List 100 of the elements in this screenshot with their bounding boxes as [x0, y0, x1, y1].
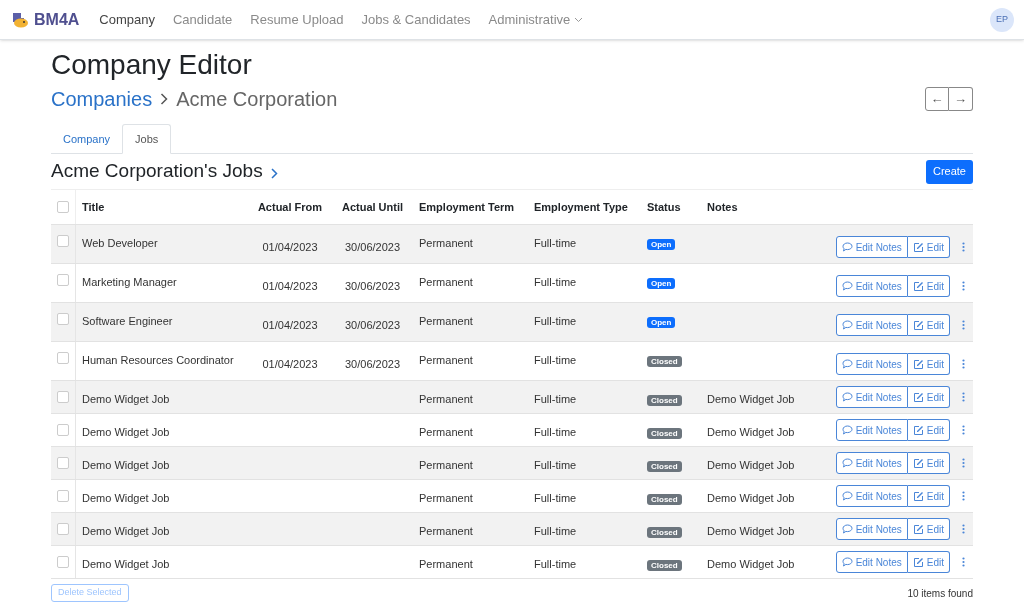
brand-name[interactable]: BM4A	[34, 7, 80, 32]
nav-link[interactable]: Company	[99, 9, 155, 30]
checkbox[interactable]	[57, 490, 69, 502]
column-header: Actual From	[257, 200, 323, 213]
table-cell: Demo Widget Job	[707, 459, 795, 471]
table-cell: 01/04/2023	[262, 319, 318, 331]
checkbox[interactable]	[57, 352, 69, 364]
checkbox[interactable]	[57, 556, 69, 568]
more-icon[interactable]	[962, 458, 965, 468]
table-cell: Permanent	[419, 459, 473, 471]
table-cell: Demo Widget Job	[82, 558, 170, 570]
table-cell: Permanent	[419, 276, 473, 288]
table-cell: Demo Widget Job	[707, 525, 795, 537]
edit-button[interactable]: Edit	[907, 419, 950, 441]
status-badge: Closed	[647, 527, 682, 538]
status-badge: Closed	[647, 494, 682, 505]
table-cell: Demo Widget Job	[707, 558, 795, 570]
more-icon[interactable]	[962, 359, 965, 369]
speech-bubble-icon	[841, 524, 853, 534]
nav-link[interactable]: Candidate	[173, 9, 233, 30]
table-cell: Full-time	[534, 354, 577, 366]
nav-link[interactable]: Administrative	[488, 9, 584, 30]
table-cell: Demo Widget Job	[82, 426, 170, 438]
edit-icon	[912, 490, 924, 502]
edit-notes-button[interactable]: Edit Notes	[835, 386, 908, 408]
more-icon[interactable]	[962, 524, 965, 534]
edit-notes-button[interactable]: Edit Notes	[835, 518, 908, 540]
edit-notes-button[interactable]: Edit Notes	[835, 485, 908, 507]
table-cell: Full-time	[534, 315, 577, 327]
edit-icon	[912, 319, 924, 331]
tab[interactable]: Company	[51, 124, 123, 154]
checkbox[interactable]	[57, 424, 69, 436]
checkbox[interactable]	[57, 313, 69, 325]
more-icon[interactable]	[962, 491, 965, 501]
more-icon[interactable]	[962, 425, 965, 435]
page-title: Company Editor	[51, 48, 253, 82]
items-found-text: 10 items found	[907, 586, 973, 601]
status-badge: Open	[647, 239, 676, 250]
edit-notes-button[interactable]: Edit Notes	[835, 275, 908, 297]
table-cell: Permanent	[419, 237, 473, 249]
edit-button[interactable]: Edit	[907, 353, 950, 375]
table-cell: Marketing Manager	[82, 276, 177, 288]
checkbox[interactable]	[57, 523, 69, 535]
edit-notes-button[interactable]: Edit Notes	[835, 353, 908, 375]
edit-notes-button[interactable]: Edit Notes	[835, 452, 908, 474]
table-cell: 01/04/2023	[262, 241, 318, 253]
table-cell: Demo Widget Job	[82, 525, 170, 537]
edit-button[interactable]: Edit	[907, 551, 950, 573]
nav-link[interactable]: Jobs & Candidates	[361, 9, 471, 30]
table-cell: Web Developer	[82, 237, 158, 249]
edit-icon	[912, 241, 924, 253]
speech-bubble-icon	[841, 458, 853, 468]
edit-button[interactable]: Edit	[907, 485, 950, 507]
column-header: Status	[647, 200, 681, 213]
more-icon[interactable]	[962, 242, 965, 252]
checkbox[interactable]	[57, 235, 69, 247]
previous-button[interactable]: ←	[925, 87, 949, 111]
user-avatar[interactable]: EP	[990, 7, 1014, 32]
edit-icon	[912, 358, 924, 370]
edit-notes-button[interactable]: Edit Notes	[835, 314, 908, 336]
edit-icon	[912, 280, 924, 292]
edit-icon	[912, 556, 924, 568]
edit-notes-button[interactable]: Edit Notes	[835, 551, 908, 573]
edit-button[interactable]: Edit	[907, 518, 950, 540]
speech-bubble-icon	[841, 425, 853, 435]
edit-button[interactable]: Edit	[907, 452, 950, 474]
create-button[interactable]: Create	[925, 159, 973, 184]
more-icon[interactable]	[962, 320, 965, 330]
checkbox[interactable]	[57, 457, 69, 469]
speech-bubble-icon	[841, 320, 853, 330]
table-cell: Full-time	[534, 525, 577, 537]
tab[interactable]: Jobs	[122, 124, 172, 154]
chevron-right-icon	[160, 93, 169, 105]
edit-notes-button[interactable]: Edit Notes	[835, 419, 908, 441]
table-cell: Demo Widget Job	[707, 492, 795, 504]
table-cell: 30/06/2023	[344, 358, 401, 370]
checkbox[interactable]	[57, 391, 69, 403]
nav-link[interactable]: Resume Upload	[250, 9, 344, 30]
more-icon[interactable]	[962, 281, 965, 291]
checkbox[interactable]	[57, 274, 69, 286]
more-icon[interactable]	[962, 392, 965, 402]
edit-icon	[912, 523, 924, 535]
next-button[interactable]: →	[949, 87, 973, 111]
column-header: Employment Type	[534, 200, 628, 213]
more-icon[interactable]	[962, 557, 965, 567]
edit-button[interactable]: Edit	[907, 314, 950, 336]
table-cell: Permanent	[419, 525, 473, 537]
edit-notes-button[interactable]: Edit Notes	[835, 236, 908, 258]
checkbox[interactable]	[57, 201, 69, 213]
edit-button[interactable]: Edit	[907, 275, 950, 297]
table-cell: Full-time	[534, 237, 577, 249]
edit-button[interactable]: Edit	[907, 236, 950, 258]
speech-bubble-icon	[841, 491, 853, 501]
chevron-right-icon	[270, 167, 278, 179]
breadcrumb-link[interactable]: Companies	[51, 84, 153, 114]
edit-button[interactable]: Edit	[907, 386, 950, 408]
table-cell: Full-time	[534, 459, 577, 471]
logo-icon	[10, 10, 30, 29]
table-cell: 01/04/2023	[262, 280, 318, 292]
edit-icon	[912, 391, 924, 403]
